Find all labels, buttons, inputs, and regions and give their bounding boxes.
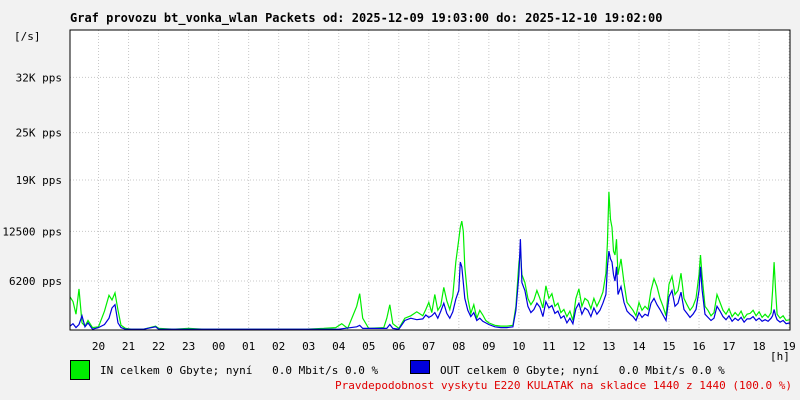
y-tick-label: 19K pps xyxy=(16,174,62,187)
x-tick-label: 23 xyxy=(182,340,195,353)
x-tick-label: 11 xyxy=(542,340,555,353)
x-tick-label: 17 xyxy=(722,340,735,353)
x-tick-label: 18 xyxy=(752,340,765,353)
legend-out-text: OUT celkem 0 Gbyte; nyní 0.0 Mbit/s 0.0 … xyxy=(440,363,725,377)
x-tick-label: 02 xyxy=(272,340,285,353)
x-unit-label: [h] xyxy=(770,350,790,363)
y-tick-label: 6200 pps xyxy=(9,275,62,288)
legend-in: IN celkem 0 Gbyte; nyní 0.0 Mbit/s 0.0 % xyxy=(70,360,378,380)
x-tick-label: 20 xyxy=(92,340,105,353)
footer-note: Pravdepodobnost vyskytu E220 KULATAK na … xyxy=(335,379,792,392)
x-tick-label: 01 xyxy=(242,340,255,353)
x-tick-label: 09 xyxy=(482,340,495,353)
legend-in-text: IN celkem 0 Gbyte; nyní 0.0 Mbit/s 0.0 % xyxy=(100,363,379,377)
legend-in-swatch xyxy=(70,360,90,380)
x-tick-label: 03 xyxy=(302,340,315,353)
x-tick-label: 04 xyxy=(332,340,346,353)
x-tick-label: 05 xyxy=(362,340,375,353)
x-tick-label: 13 xyxy=(602,340,615,353)
x-tick-label: 10 xyxy=(512,340,525,353)
y-tick-label: 32K pps xyxy=(16,71,62,84)
y-tick-label: 25K pps xyxy=(16,127,62,140)
chart-plot: 6200 pps 12500 pps 19K pps 25K pps 32K pps 20… xyxy=(2,29,796,353)
x-tick-label: 15 xyxy=(662,340,675,353)
x-tick-label: 00 xyxy=(212,340,225,353)
legend-out-swatch xyxy=(410,360,430,374)
x-tick-label: 16 xyxy=(692,340,705,353)
x-tick-label: 07 xyxy=(422,340,435,353)
x-tick-label: 14 xyxy=(632,340,646,353)
x-tick-label: 22 xyxy=(152,340,165,353)
x-tick-label: 21 xyxy=(122,340,135,353)
x-tick-label: 06 xyxy=(392,340,405,353)
legend-out: OUT celkem 0 Gbyte; nyní 0.0 Mbit/s 0.0 … xyxy=(410,357,725,377)
y-tick-label: 12500 pps xyxy=(2,225,62,238)
x-tick-label: 12 xyxy=(572,340,585,353)
x-tick-label: 08 xyxy=(452,340,465,353)
